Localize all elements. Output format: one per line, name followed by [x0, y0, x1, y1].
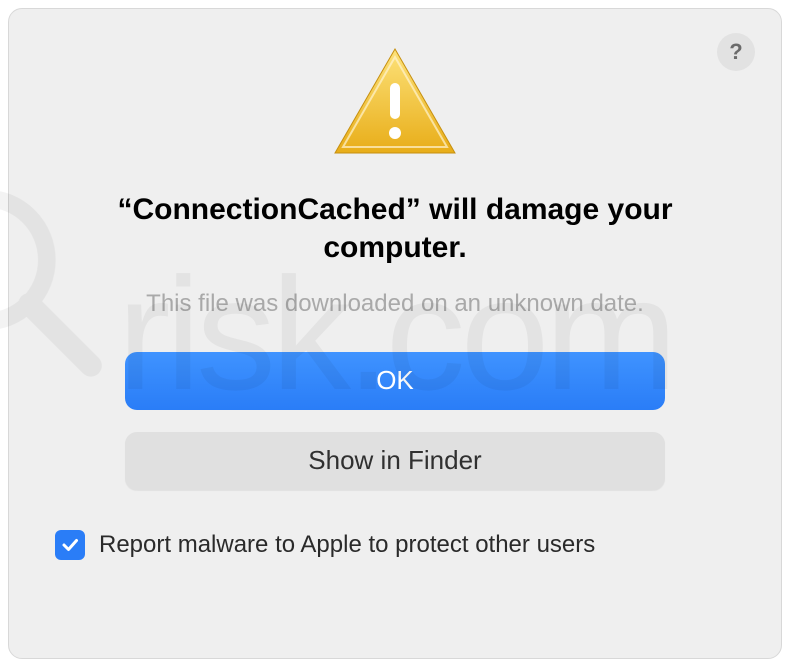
report-malware-row: Report malware to Apple to protect other…: [49, 530, 595, 560]
gatekeeper-dialog: risk.com ? “ConnectionCached” will damag…: [8, 8, 782, 659]
dialog-subtitle: This file was downloaded on an unknown d…: [146, 290, 644, 318]
checkmark-icon: [60, 535, 80, 555]
report-malware-label: Report malware to Apple to protect other…: [99, 531, 595, 559]
show-in-finder-label: Show in Finder: [308, 445, 481, 476]
dialog-title: “ConnectionCached” will damage your comp…: [95, 191, 695, 268]
ok-button[interactable]: OK: [125, 352, 665, 410]
warning-icon: [330, 43, 460, 163]
ok-button-label: OK: [376, 365, 414, 396]
help-icon: ?: [729, 39, 742, 65]
show-in-finder-button[interactable]: Show in Finder: [125, 432, 665, 490]
report-malware-checkbox[interactable]: [55, 530, 85, 560]
help-button[interactable]: ?: [717, 33, 755, 71]
